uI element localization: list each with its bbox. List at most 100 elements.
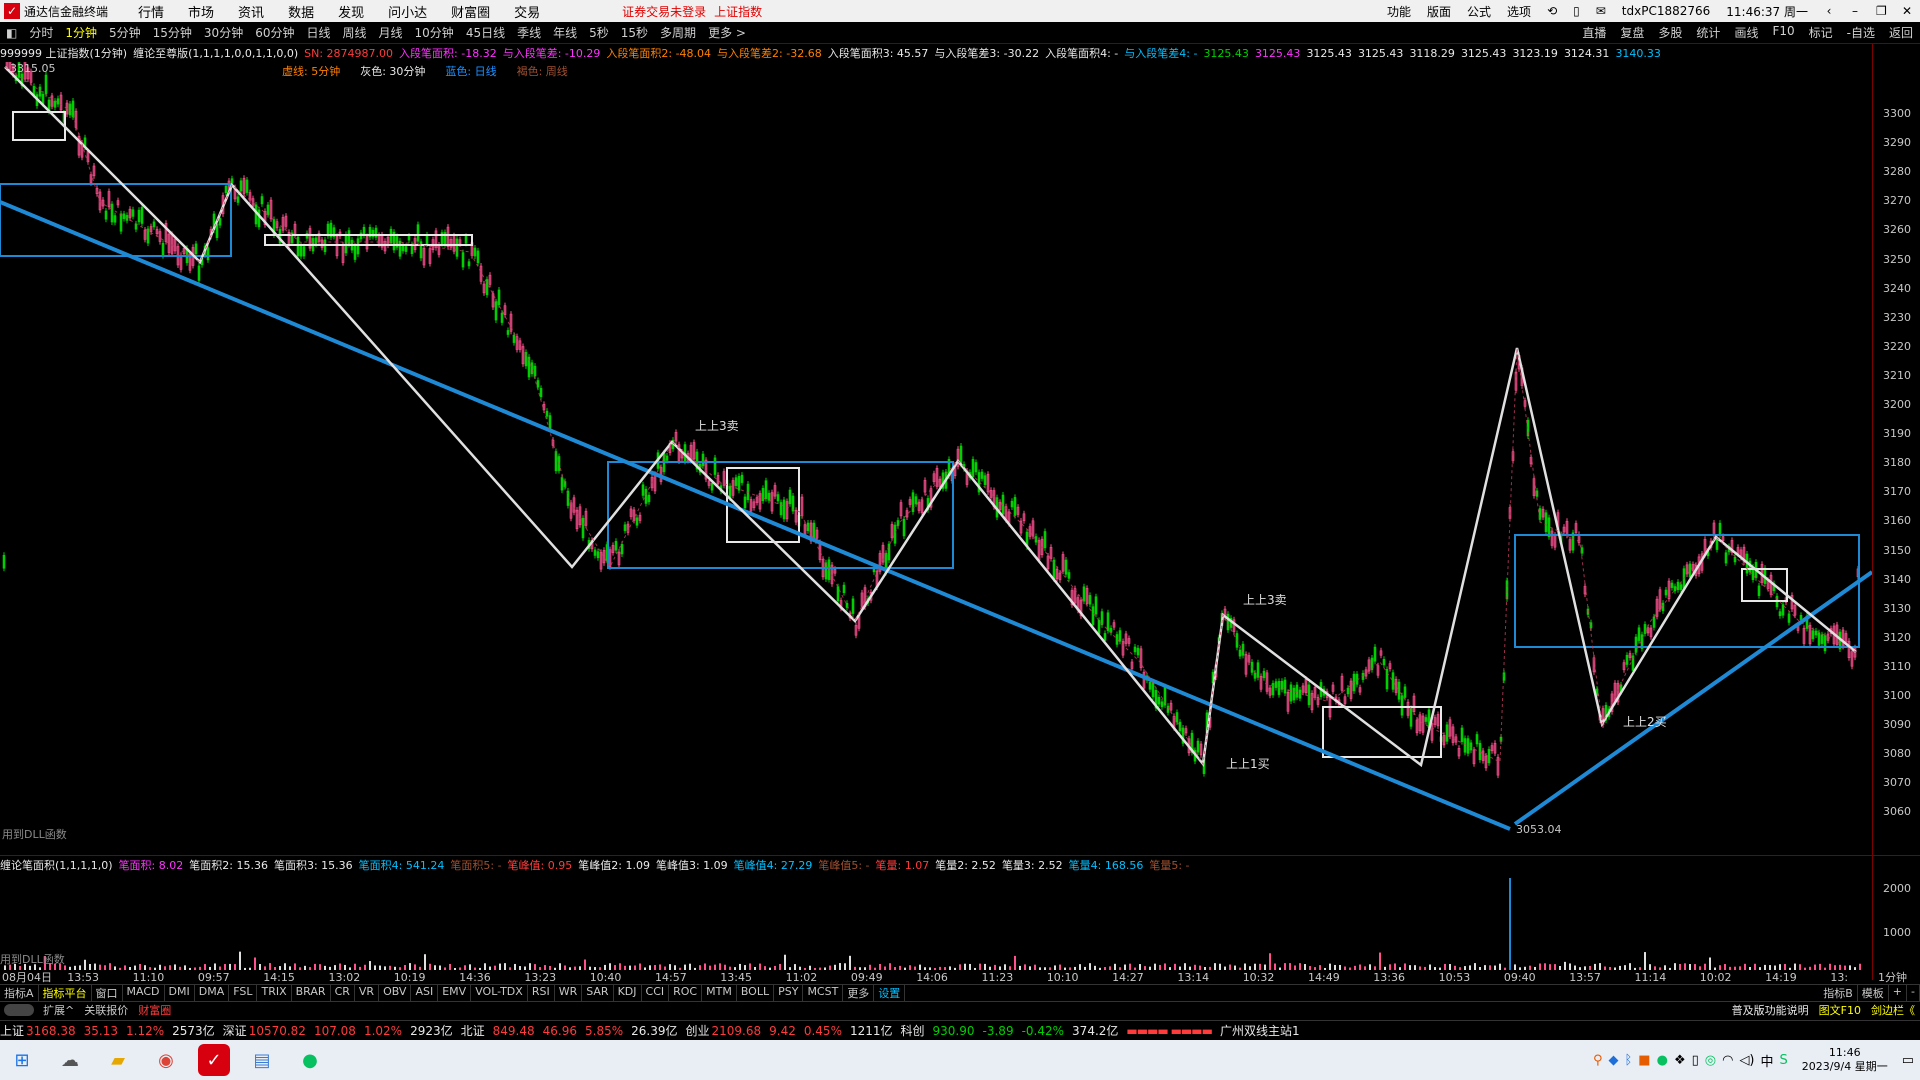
toolbar-replay[interactable]: 复盘 (1613, 24, 1651, 41)
indicator-tab[interactable]: WR (555, 985, 583, 1001)
indicator-tab[interactable]: VR (355, 985, 380, 1001)
volume-icon[interactable]: ◁) (1739, 1053, 1754, 1068)
indicator-tab[interactable]: PSY (774, 985, 804, 1001)
period-tab[interactable]: 季线 (511, 24, 547, 41)
indicator-tab[interactable]: MCST (803, 985, 844, 1001)
usb-icon[interactable]: ▯ (1692, 1053, 1699, 1068)
indicator-tab[interactable]: OBV (379, 985, 412, 1001)
period-tab[interactable]: 分时 (23, 24, 59, 41)
indicator-tab[interactable]: KDJ (614, 985, 642, 1001)
menu-formula[interactable]: 公式 (1459, 3, 1499, 20)
back-icon[interactable]: ‹ (1816, 4, 1842, 18)
menu-trade[interactable]: 交易 (502, 2, 552, 21)
kline-chart[interactable]: 3315.05 3053.04 上上3卖 上上3卖 上上1买 上上2买 用到DL… (0, 62, 1872, 854)
menu-markets[interactable]: 市场 (176, 2, 226, 21)
cloud-app-icon[interactable]: ☁ (54, 1044, 86, 1076)
wechat-tray-icon[interactable]: ● (1657, 1053, 1668, 1068)
indicator-tab[interactable]: DMA (195, 985, 230, 1001)
indicator-tab[interactable]: 窗口 (92, 985, 123, 1001)
user-id[interactable]: tdxPC1882766 (1614, 4, 1718, 18)
network-icon[interactable]: ◠ (1722, 1053, 1733, 1068)
taskbar-time[interactable]: 11:46 (1829, 1046, 1861, 1060)
menu-wealth[interactable]: 财富圈 (439, 2, 502, 21)
bluetooth-icon[interactable]: ᛒ (1624, 1053, 1632, 1068)
sidebar-toggle-icon[interactable]: ◧ (0, 26, 23, 40)
period-tab-active[interactable]: 1分钟 (59, 24, 103, 41)
period-tab[interactable]: 周线 (337, 24, 373, 41)
period-tab[interactable]: 45日线 (460, 24, 511, 41)
indicator-tab[interactable]: 设置 (874, 985, 906, 1001)
indicator-tab[interactable]: 更多 (843, 985, 875, 1001)
menu-news[interactable]: 资讯 (226, 2, 276, 21)
ext-help[interactable]: 普及版功能说明 (1727, 1002, 1814, 1018)
notification-icon[interactable]: ▭ (1902, 1053, 1914, 1068)
indicator-tab[interactable]: MTM (702, 985, 737, 1001)
ext-expand[interactable]: 扩展^ (38, 1002, 79, 1018)
ext-f10[interactable]: 图文F10 (1814, 1002, 1866, 1018)
period-tab-more[interactable]: 更多 > (702, 24, 752, 41)
kc-label[interactable]: 科创 (901, 1022, 925, 1039)
period-tab[interactable]: 多周期 (654, 24, 702, 41)
windows-start-icon[interactable]: ⊞ (6, 1044, 38, 1076)
server-station[interactable]: 广州双线主站1 (1220, 1022, 1300, 1039)
tray-app-icon[interactable]: ❖ (1674, 1053, 1686, 1068)
template-tab[interactable]: 模板 (1858, 985, 1889, 1001)
menu-data[interactable]: 数据 (276, 2, 326, 21)
file-explorer-icon[interactable]: ▰ (102, 1044, 134, 1076)
menu-discover[interactable]: 发现 (326, 2, 376, 21)
indicator-tab[interactable]: RSI (528, 985, 555, 1001)
remove-window-button[interactable]: - (1907, 985, 1920, 1001)
ime-indicator[interactable]: 中 (1761, 1051, 1774, 1070)
indicator-tab[interactable]: SAR (582, 985, 614, 1001)
period-tab[interactable]: 5分钟 (103, 24, 147, 41)
toggle-switch[interactable] (4, 1004, 34, 1016)
toolbar-back[interactable]: 返回 (1882, 24, 1920, 41)
indicator-tab[interactable]: EMV (438, 985, 472, 1001)
sh-label[interactable]: 上证 (0, 1022, 24, 1039)
toolbar-multi[interactable]: 多股 (1651, 24, 1689, 41)
period-tab[interactable]: 60分钟 (249, 24, 300, 41)
ext-wealth[interactable]: 财富圈 (133, 1002, 176, 1018)
indicator-b-tab[interactable]: 指标B (1819, 985, 1858, 1001)
tray-app-icon[interactable]: S (1780, 1053, 1788, 1068)
period-tab[interactable]: 日线 (300, 24, 336, 41)
menu-ask[interactable]: 问小达 (376, 2, 439, 21)
indicator-tab[interactable]: BRAR (292, 985, 331, 1001)
refresh-icon[interactable]: ⟲ (1539, 4, 1565, 18)
indicator-tab[interactable]: VOL-TDX (471, 985, 528, 1001)
volume-chart[interactable]: 用到DLL函数 (0, 873, 1872, 970)
toolbar-f10[interactable]: F10 (1765, 24, 1801, 41)
period-tab[interactable]: 10分钟 (409, 24, 460, 41)
indicator-tab[interactable]: FSL (229, 985, 258, 1001)
login-warning[interactable]: 证券交易未登录 (622, 3, 706, 20)
menu-layout[interactable]: 版面 (1419, 3, 1459, 20)
indicator-tab[interactable]: CR (331, 985, 355, 1001)
notepad-icon[interactable]: ▤ (246, 1044, 278, 1076)
close-icon[interactable]: ✕ (1894, 4, 1920, 18)
minimize-icon[interactable]: – (1842, 4, 1868, 18)
period-tab[interactable]: 30分钟 (198, 24, 249, 41)
period-tab[interactable]: 5秒 (583, 24, 615, 41)
period-label[interactable]: 1分钟 (1878, 970, 1907, 984)
toolbar-mark[interactable]: 标记 (1802, 24, 1840, 41)
indicator-tab[interactable]: 指标A (0, 985, 39, 1001)
tdx-app-icon[interactable]: ✓ (198, 1044, 230, 1076)
wechat-icon[interactable]: ● (294, 1044, 326, 1076)
vol-indicator-name[interactable]: 缠论笔面积(1,1,1,1,0) (0, 857, 113, 873)
period-tab[interactable]: 15分钟 (147, 24, 198, 41)
tray-app-icon[interactable]: ◎ (1705, 1053, 1716, 1068)
period-tab[interactable]: 15秒 (615, 24, 654, 41)
indicator-tab[interactable]: DMI (165, 985, 195, 1001)
indicator-tab[interactable]: 指标平台 (39, 985, 92, 1001)
indicator-tab[interactable]: TRIX (257, 985, 292, 1001)
indicator-tab[interactable]: ROC (669, 985, 703, 1001)
tray-app-icon[interactable]: ■ (1638, 1053, 1650, 1068)
phone-icon[interactable]: ▯ (1565, 4, 1588, 18)
toolbar-stats[interactable]: 统计 (1689, 24, 1727, 41)
sz-label[interactable]: 深证 (223, 1022, 247, 1039)
shield-icon[interactable]: ◆ (1608, 1053, 1618, 1068)
ext-quote[interactable]: 关联报价 (79, 1002, 133, 1018)
indicator-tab[interactable]: ASI (411, 985, 439, 1001)
ext-sidebar[interactable]: 剑边栏《 (1866, 1002, 1920, 1018)
toolbar-live[interactable]: 直播 (1575, 24, 1613, 41)
